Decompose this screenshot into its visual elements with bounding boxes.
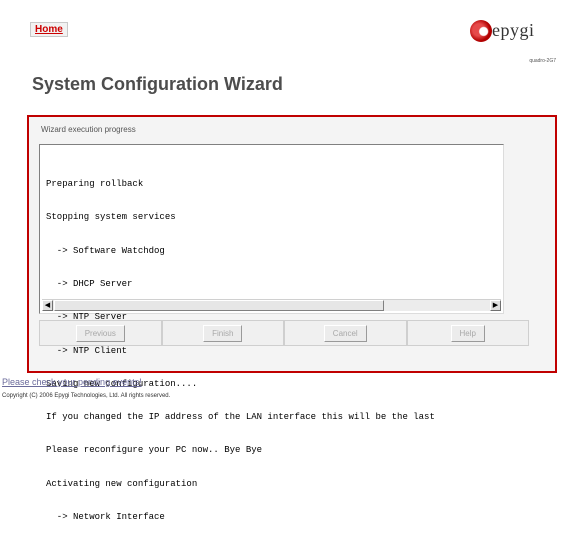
log-line: -> Network Interface [46,512,165,522]
log-line: Activating new configuration [46,478,198,489]
copyright-text: Copyright (C) 2006 Epygi Technologies, L… [2,393,171,399]
log-line: -> NTP Client [46,345,128,356]
help-cell: Help [406,320,529,346]
scroll-left-icon[interactable]: ◀ [42,300,53,311]
previous-cell: Previous [39,320,162,346]
finish-cell: Finish [161,320,284,346]
wizard-button-bar: Previous Finish Cancel Help [39,320,529,346]
progress-label: Wizard execution progress [41,125,136,134]
log-line: If you changed the IP address of the LAN… [46,412,435,423]
progress-log[interactable]: Preparing rollback Stopping system servi… [39,144,504,522]
home-link[interactable]: Home [30,22,68,37]
cancel-button[interactable]: Cancel [323,324,367,342]
pending-events-link[interactable]: Please check your pending events! [2,377,142,387]
horizontal-scrollbar[interactable]: ◀ ▶ [42,299,501,311]
page-title: System Configuration Wizard [32,74,283,94]
log-line: -> DHCP Server [46,279,133,290]
log-lines: Preparing rollback Stopping system servi… [46,157,501,545]
wizard-panel: Wizard execution progress Preparing roll… [27,115,557,522]
scroll-right-icon[interactable]: ▶ [490,300,501,311]
logo-icon [470,20,492,42]
log-line: Stopping system services [46,212,176,223]
previous-button[interactable]: Previous [75,324,125,342]
log-line: Preparing rollback [46,179,144,190]
finish-button[interactable]: Finish [203,324,243,342]
epygi-logo: epygi quadro-2G7 [470,18,558,68]
help-button[interactable]: Help [450,324,485,342]
log-line: Please reconfigure your PC now.. Bye Bye [46,445,263,456]
logo-text: epygi [492,20,535,40]
device-model: quadro-2G7 [529,58,556,64]
log-line: -> Software Watchdog [46,245,165,256]
cancel-cell: Cancel [284,320,407,346]
scroll-thumb[interactable] [54,300,384,311]
